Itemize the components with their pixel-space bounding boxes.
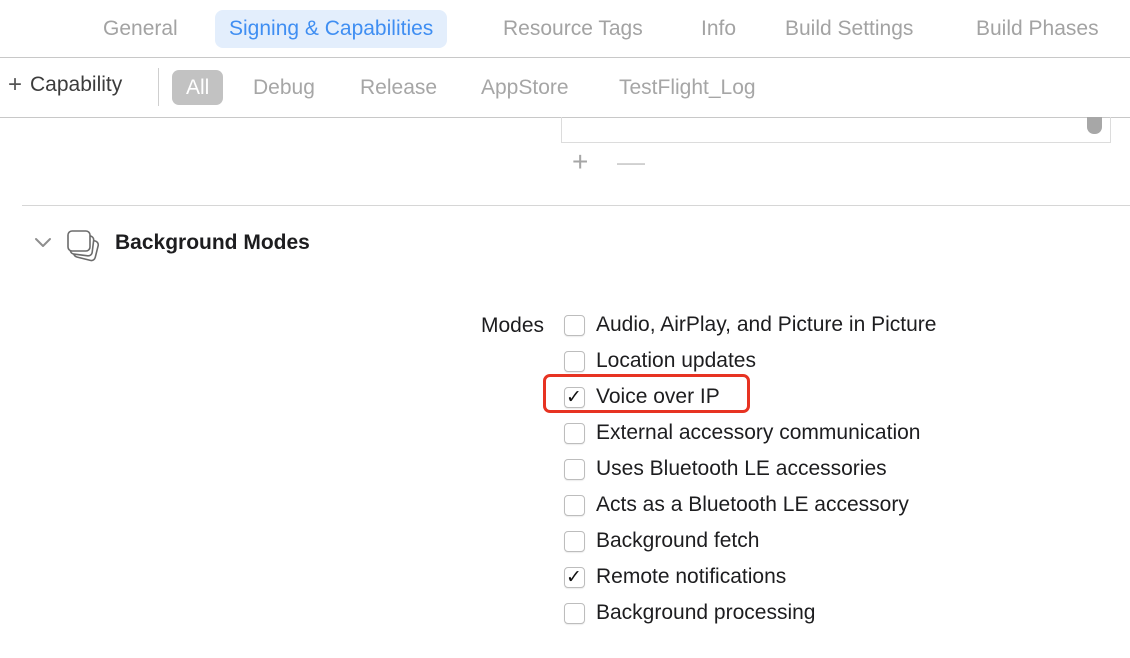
plus-icon[interactable]: + — [572, 148, 588, 176]
mode-audio-airplay-pip[interactable]: Audio, AirPlay, and Picture in Picture — [564, 310, 936, 340]
tab-build-phases[interactable]: Build Phases — [976, 10, 1099, 48]
add-capability-label: Capability — [30, 73, 123, 96]
checkbox[interactable] — [564, 494, 585, 516]
mode-bluetooth-le-accessories[interactable]: Uses Bluetooth LE accessories — [564, 454, 887, 484]
mode-label: Acts as a Bluetooth LE accessory — [596, 493, 909, 516]
minus-icon[interactable]: — — [617, 148, 645, 176]
checkbox[interactable] — [564, 602, 585, 624]
filter-release[interactable]: Release — [360, 70, 437, 105]
checkbox[interactable] — [564, 314, 585, 336]
filter-all[interactable]: All — [172, 70, 224, 105]
mode-label: External accessory communication — [596, 421, 921, 444]
capability-title: Background Modes — [115, 231, 310, 254]
filter-debug[interactable]: Debug — [253, 70, 315, 105]
tab-resource-tags[interactable]: Resource Tags — [503, 10, 643, 48]
add-capability-button[interactable]: + Capability — [8, 73, 122, 97]
mode-label: Location updates — [596, 349, 756, 372]
tab-signing-capabilities[interactable]: Signing & Capabilities — [215, 10, 448, 48]
mode-label: Background fetch — [596, 529, 760, 552]
filter-appstore[interactable]: AppStore — [481, 70, 569, 105]
tab-info[interactable]: Info — [701, 10, 736, 48]
checkbox[interactable] — [564, 422, 585, 444]
mode-background-processing[interactable]: Background processing — [564, 598, 815, 628]
mode-location-updates[interactable]: Location updates — [564, 346, 756, 376]
chevron-down-icon[interactable] — [34, 236, 52, 250]
mode-bluetooth-le-accessory[interactable]: Acts as a Bluetooth LE accessory — [564, 490, 909, 520]
tab-general[interactable]: General — [103, 10, 178, 48]
capability-list-table[interactable] — [561, 117, 1111, 143]
mode-background-fetch[interactable]: Background fetch — [564, 526, 759, 556]
configuration-filter-bar: + Capability All Debug Release AppStore … — [0, 58, 1130, 118]
list-scrollbar[interactable] — [1087, 117, 1102, 134]
modes-label: Modes — [481, 314, 545, 337]
background-modes-icon — [67, 230, 100, 262]
mode-external-accessory[interactable]: External accessory communication — [564, 418, 920, 448]
checkbox[interactable] — [564, 350, 585, 372]
editor-tab-bar: General Signing & Capabilities Resource … — [0, 0, 1130, 58]
checkbox[interactable] — [564, 458, 585, 480]
highlight-annotation — [543, 374, 750, 413]
filter-testflight-log[interactable]: TestFlight_Log — [619, 70, 756, 105]
checkbox[interactable] — [564, 530, 585, 552]
mode-label: Uses Bluetooth LE accessories — [596, 457, 887, 480]
plus-icon: + — [8, 71, 23, 98]
mode-label: Background processing — [596, 601, 816, 624]
tab-build-settings[interactable]: Build Settings — [785, 10, 913, 48]
section-divider — [22, 205, 1130, 206]
toolbar-divider — [158, 68, 159, 106]
mode-label: Remote notifications — [596, 565, 787, 588]
mode-label: Audio, AirPlay, and Picture in Picture — [596, 313, 937, 336]
checkmark-icon: ✓ — [566, 566, 582, 588]
mode-remote-notifications[interactable]: ✓ Remote notifications — [564, 562, 786, 592]
checkbox-checked[interactable]: ✓ — [564, 566, 585, 588]
